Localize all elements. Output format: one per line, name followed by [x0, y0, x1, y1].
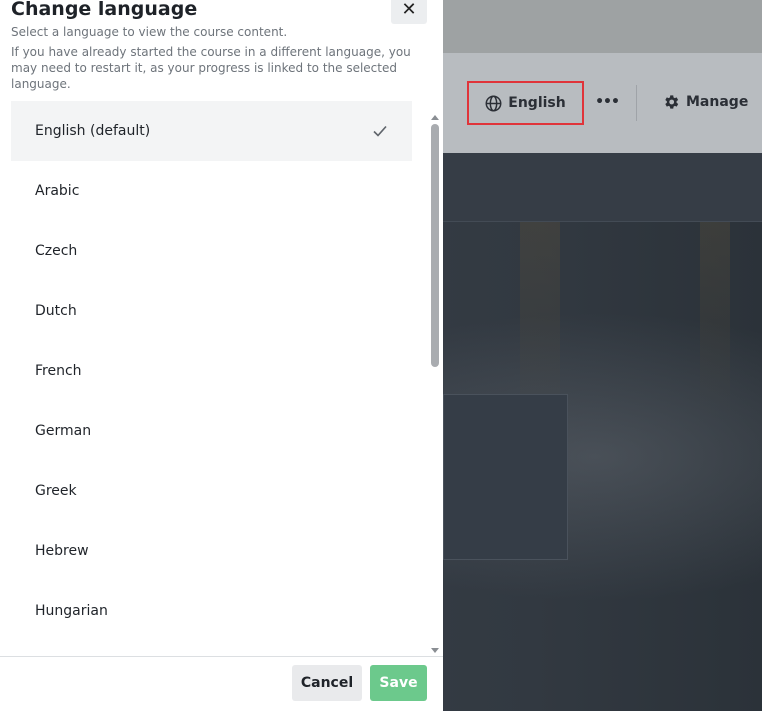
language-option-label: Dutch [35, 303, 77, 319]
language-option-label: Hungarian [35, 603, 108, 619]
language-option-label: Hebrew [35, 543, 89, 559]
language-option-label: French [35, 363, 82, 379]
language-option-hungarian[interactable]: Hungarian [11, 581, 412, 641]
language-option-french[interactable]: French [11, 341, 412, 401]
close-icon: ✕ [401, 0, 417, 20]
modal-subtitle: Select a language to view the course con… [11, 25, 288, 39]
language-option-arabic[interactable]: Arabic [11, 161, 412, 221]
ellipsis-icon: ••• [595, 94, 620, 110]
language-option-label: German [35, 423, 92, 439]
checkmark-icon [372, 123, 388, 139]
language-button-label: English [508, 95, 566, 111]
cancel-button[interactable]: Cancel [292, 665, 362, 701]
scroll-down-arrow-icon[interactable] [430, 640, 440, 653]
hero-decoration [700, 222, 730, 422]
gear-icon [662, 93, 680, 111]
modal-description: If you have already started the course i… [11, 45, 411, 91]
language-option-greek[interactable]: Greek [11, 461, 412, 521]
scroll-up-arrow-icon[interactable] [430, 108, 440, 120]
language-list: English (default) Arabic Czech Dutch Fre… [11, 101, 412, 641]
language-option-german[interactable]: German [11, 401, 412, 461]
globe-icon [485, 95, 502, 112]
language-option-english[interactable]: English (default) [11, 101, 412, 161]
language-option-label: English (default) [35, 123, 151, 139]
language-option-czech[interactable]: Czech [11, 221, 412, 281]
language-option-label: Czech [35, 243, 78, 259]
language-option-hebrew[interactable]: Hebrew [11, 521, 412, 581]
save-button[interactable]: Save [370, 665, 427, 701]
language-option-label: Greek [35, 483, 77, 499]
language-option-dutch[interactable]: Dutch [11, 281, 412, 341]
language-button[interactable]: English [467, 81, 584, 125]
header-divider [636, 85, 637, 121]
modal-title: Change language [11, 0, 198, 20]
close-button[interactable]: ✕ [391, 0, 427, 24]
manage-button[interactable]: Manage [662, 91, 748, 113]
change-language-modal: Change language ✕ Select a language to v… [0, 0, 443, 711]
scrollbar-thumb[interactable] [431, 124, 439, 367]
language-option-label: Arabic [35, 183, 80, 199]
hero-decoration [520, 222, 560, 422]
manage-button-label: Manage [686, 94, 749, 110]
hero-card [443, 394, 568, 560]
more-options-button[interactable]: ••• [595, 92, 620, 112]
